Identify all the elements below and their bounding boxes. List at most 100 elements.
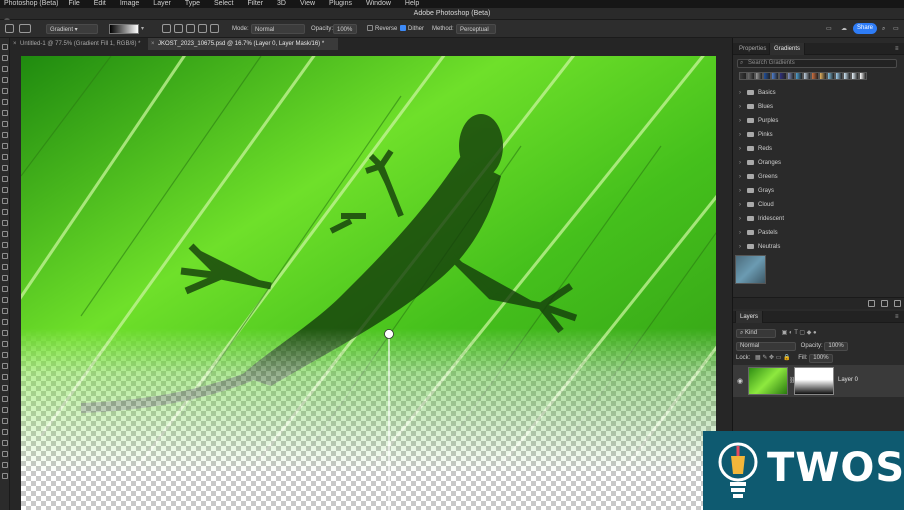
tool-icon[interactable] — [2, 88, 8, 94]
layer-opacity-input[interactable]: 100% — [824, 342, 848, 351]
close-tab-icon[interactable]: × — [13, 38, 17, 50]
menu-item-layer[interactable]: Layer — [153, 0, 171, 7]
chevron-right-icon[interactable]: › — [739, 116, 745, 126]
tab-jkost-psd[interactable]: × JKOST_2023_10675.psd @ 16.7% (Layer 0, … — [148, 38, 338, 50]
reverse-checkbox[interactable]: Reverse — [367, 24, 397, 34]
gradient-folder-reds[interactable]: › Reds — [739, 144, 772, 154]
gradient-type-select[interactable]: Gradient ▾ — [46, 24, 98, 34]
menu-item-window[interactable]: Window — [366, 0, 391, 7]
tab-properties[interactable]: Properties — [735, 43, 770, 55]
tool-icon[interactable] — [2, 374, 8, 380]
tool-icon[interactable] — [2, 44, 8, 50]
tool-icon[interactable] — [2, 231, 8, 237]
chevron-right-icon[interactable]: › — [739, 130, 745, 140]
gradient-folder-oranges[interactable]: › Oranges — [739, 158, 781, 168]
cloud-icon[interactable]: ☁ — [841, 24, 847, 34]
close-tab-icon[interactable]: × — [151, 38, 155, 50]
tool-icon[interactable] — [2, 308, 8, 314]
tab-gradients[interactable]: Gradients — [769, 43, 806, 55]
menu-item-help[interactable]: Help — [405, 0, 419, 7]
menu-item-photoshop-beta[interactable]: Photoshop (Beta) — [4, 0, 58, 7]
tool-icon[interactable] — [2, 66, 8, 72]
tool-icon[interactable] — [2, 275, 8, 281]
tool-icon[interactable] — [2, 407, 8, 413]
chevron-right-icon[interactable]: › — [739, 186, 745, 196]
chevron-right-icon[interactable]: › — [739, 200, 745, 210]
menu-item-type[interactable]: Type — [185, 0, 200, 7]
gradient-swatch[interactable] — [835, 72, 843, 80]
tool-icon[interactable] — [2, 209, 8, 215]
mode-select[interactable]: Normal — [251, 24, 305, 34]
gradient-folder-greens[interactable]: › Greens — [739, 172, 778, 182]
tool-icon[interactable] — [2, 220, 8, 226]
layer-row-layer-0[interactable]: ◉ ⛓ Layer 0 — [733, 365, 904, 397]
tool-icon[interactable] — [2, 363, 8, 369]
tool-icon[interactable] — [2, 297, 8, 303]
gradient-swatch[interactable] — [747, 72, 755, 80]
new-group-icon[interactable] — [868, 300, 875, 307]
tool-icon[interactable] — [2, 55, 8, 61]
menu-item-file[interactable]: File — [68, 0, 79, 7]
gradient-swatch[interactable] — [771, 72, 779, 80]
tool-icon[interactable] — [2, 187, 8, 193]
tool-icon[interactable] — [2, 319, 8, 325]
tool-icon[interactable] — [2, 121, 8, 127]
method-select[interactable]: Perceptual — [456, 24, 496, 34]
gradient-swatch[interactable] — [803, 72, 811, 80]
chevron-right-icon[interactable]: › — [739, 144, 745, 154]
layer-filter-select[interactable]: ⌕ Kind — [736, 329, 776, 338]
gradient-folder-cloud[interactable]: › Cloud — [739, 200, 774, 210]
menu-item-filter[interactable]: Filter — [247, 0, 263, 7]
tool-icon[interactable] — [2, 352, 8, 358]
layer-thumbnail[interactable] — [748, 367, 788, 395]
delete-icon[interactable] — [894, 300, 901, 307]
gradient-swatch[interactable] — [859, 72, 867, 80]
chevron-right-icon[interactable]: › — [739, 88, 745, 98]
tab-layers[interactable]: Layers — [735, 311, 764, 323]
menu-item-plugins[interactable]: Plugins — [329, 0, 352, 7]
gradient-swatch[interactable] — [755, 72, 763, 80]
tool-icon[interactable] — [2, 462, 8, 468]
gradient-swatch[interactable] — [763, 72, 771, 80]
tool-icon[interactable] — [2, 286, 8, 292]
tool-icon[interactable] — [2, 473, 8, 479]
gradient-swatch[interactable] — [739, 72, 747, 80]
menu-item-image[interactable]: Image — [120, 0, 139, 7]
gradient-folder-grays[interactable]: › Grays — [739, 186, 774, 196]
tool-icon[interactable] — [2, 176, 8, 182]
tool-icon[interactable] — [2, 143, 8, 149]
search-icon[interactable]: ⌕ — [882, 24, 885, 34]
tool-icon[interactable] — [2, 451, 8, 457]
panel-layout-icon[interactable]: ▭ — [893, 24, 899, 34]
tool-icon[interactable] — [2, 440, 8, 446]
fill-input[interactable]: 100% — [809, 354, 833, 363]
tab-untitled-1[interactable]: × Untitled-1 @ 77.5% (Gradient Fill 1, RG… — [10, 38, 148, 50]
gradient-folder-purples[interactable]: › Purples — [739, 116, 778, 126]
tool-icon[interactable] — [2, 99, 8, 105]
workspace-icon[interactable]: ▭ — [826, 24, 832, 34]
tool-icon[interactable] — [2, 418, 8, 424]
blend-mode-select[interactable]: Normal — [736, 342, 796, 351]
layer-mask-thumbnail[interactable] — [794, 367, 834, 395]
canvas-area[interactable] — [10, 50, 732, 510]
reflected-gradient-icon[interactable] — [198, 24, 207, 33]
chevron-right-icon[interactable]: › — [739, 214, 745, 224]
new-gradient-icon[interactable] — [881, 300, 888, 307]
visibility-eye-icon[interactable]: ◉ — [737, 377, 743, 385]
menu-item-3d[interactable]: 3D — [277, 0, 286, 7]
gradient-swatch[interactable] — [851, 72, 859, 80]
gradient-folder-pinks[interactable]: › Pinks — [739, 130, 773, 140]
tool-icon[interactable] — [2, 385, 8, 391]
opacity-input[interactable]: 100% — [333, 24, 357, 34]
gradient-swatch[interactable] — [811, 72, 819, 80]
chevron-right-icon[interactable]: › — [739, 228, 745, 238]
tool-icon[interactable] — [2, 165, 8, 171]
tool-icon[interactable] — [2, 110, 8, 116]
gradient-folder-basics[interactable]: › Basics — [739, 88, 776, 98]
linear-gradient-icon[interactable] — [162, 24, 171, 33]
radial-gradient-icon[interactable] — [174, 24, 183, 33]
tool-icon[interactable] — [2, 429, 8, 435]
tool-icon[interactable] — [2, 154, 8, 160]
gradient-swatch[interactable] — [827, 72, 835, 80]
gradient-search-input[interactable]: ⌕ Search Gradients — [737, 59, 897, 68]
